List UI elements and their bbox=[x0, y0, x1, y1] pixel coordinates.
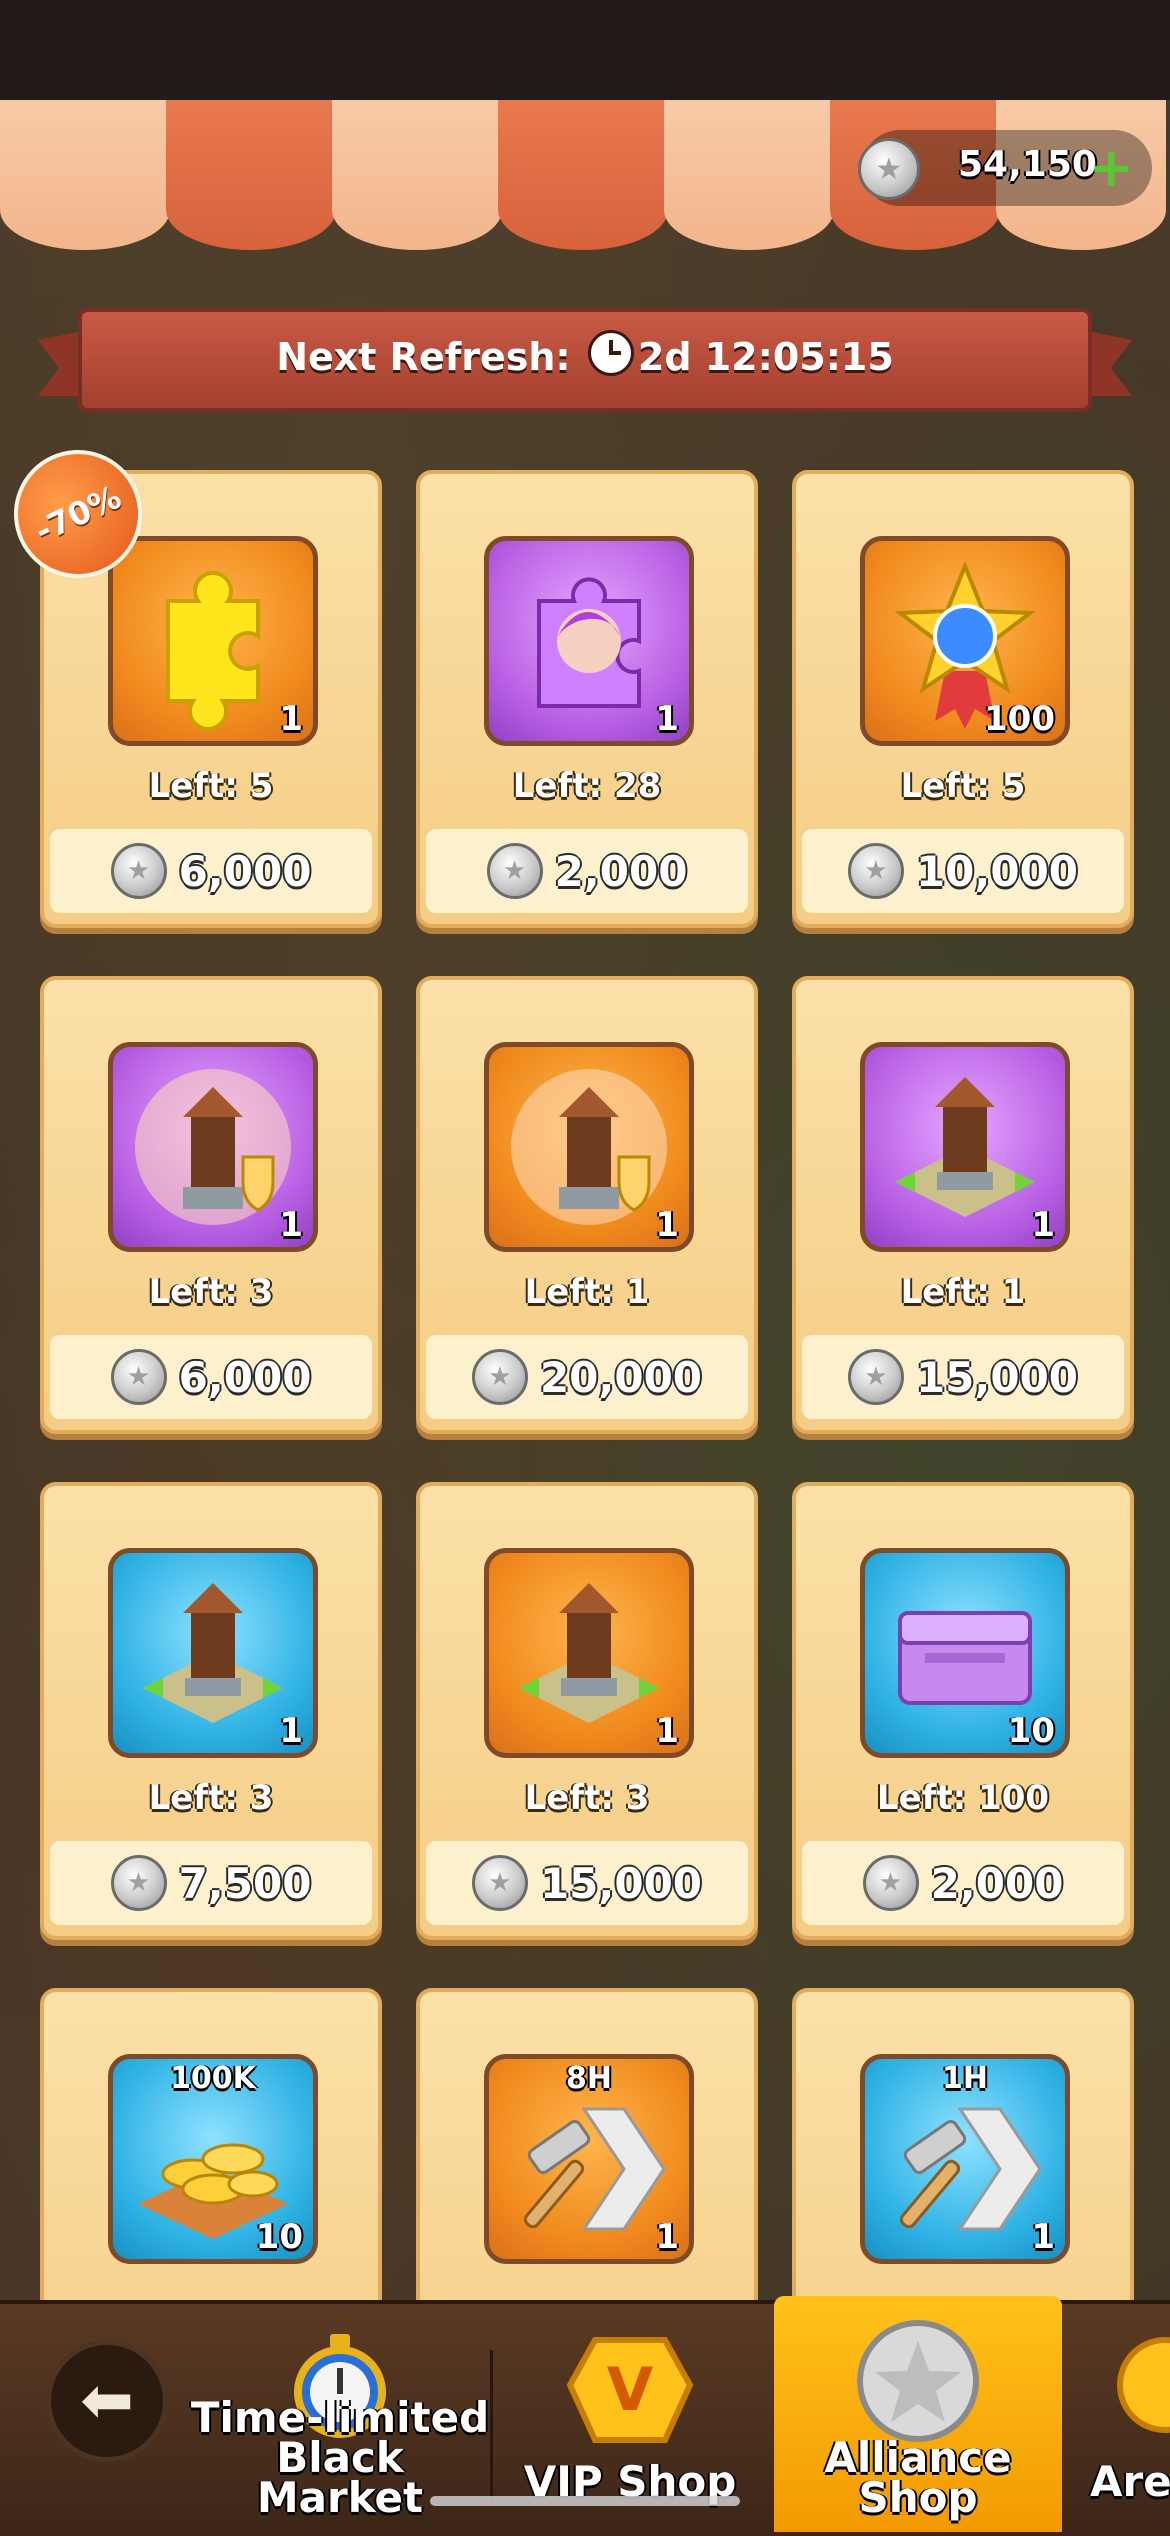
silver-coin-icon bbox=[110, 1349, 167, 1405]
back-arrow-icon[interactable]: ⬅ bbox=[46, 2340, 168, 2462]
shield-tower-icon: 1 bbox=[108, 1042, 318, 1252]
shop-item-card[interactable]: 1 Left: 1 20,000 bbox=[416, 976, 758, 1434]
shield-tower-icon: 1 bbox=[484, 1042, 694, 1252]
stock-left: Left: 3 bbox=[148, 1778, 274, 1818]
tab-divider bbox=[490, 2350, 493, 2500]
clock-icon bbox=[587, 330, 634, 376]
stock-left: Left: 100 bbox=[876, 1778, 1050, 1818]
puzzle-piece-icon: 1 bbox=[108, 536, 318, 746]
shop-item-card[interactable]: 1 Left: 3 6,000 bbox=[40, 976, 382, 1434]
status-bar bbox=[0, 0, 1170, 100]
shop-item-card[interactable]: 1 Left: 1 15,000 bbox=[792, 976, 1134, 1434]
stock-left: Left: 3 bbox=[524, 1778, 650, 1818]
buy-button[interactable]: 6,000 bbox=[50, 1335, 372, 1419]
refresh-banner: Next Refresh: 2d 12:05:15 bbox=[38, 308, 1132, 416]
relocate-tower-icon: 1 bbox=[860, 1042, 1070, 1252]
shop-item-card[interactable]: 1 Left: 3 15,000 bbox=[416, 1482, 758, 1940]
silver-coin-icon bbox=[858, 138, 920, 200]
hero-puzzle-icon: 1 bbox=[484, 536, 694, 746]
home-indicator bbox=[430, 2496, 740, 2506]
purple-chest-icon: 10 bbox=[860, 1548, 1070, 1758]
vip-badge-icon: V bbox=[565, 2330, 695, 2454]
svg-text:V: V bbox=[607, 2355, 654, 2425]
stock-left: Left: 5 bbox=[148, 766, 274, 806]
build-speedup-icon: 8H 1 bbox=[484, 2054, 694, 2264]
shop-item-card[interactable]: 10 Left: 100 2,000 bbox=[792, 1482, 1134, 1940]
refresh-timer: 2d 12:05:15 bbox=[637, 335, 894, 379]
silver-coin-icon bbox=[847, 1349, 904, 1405]
silver-coin-icon bbox=[110, 1855, 167, 1911]
buy-button[interactable]: 2,000 bbox=[802, 1841, 1124, 1925]
shop-item-card[interactable]: 1 Left: 28 2,000 bbox=[416, 470, 758, 928]
stock-left: Left: 3 bbox=[148, 1272, 274, 1312]
refresh-label: Next Refresh: bbox=[276, 335, 571, 379]
star-medal-icon: 100 bbox=[860, 536, 1070, 746]
buy-button[interactable]: 6,000 bbox=[50, 829, 372, 913]
stock-left: Left: 1 bbox=[524, 1272, 650, 1312]
relocate-tower-icon: 1 bbox=[484, 1548, 694, 1758]
currency-amount: 54,150 bbox=[958, 144, 1097, 185]
stock-left: Left: 5 bbox=[900, 766, 1026, 806]
stock-left: Left: 1 bbox=[900, 1272, 1026, 1312]
silver-coin-icon bbox=[486, 843, 543, 899]
buy-button[interactable]: 10,000 bbox=[802, 829, 1124, 913]
silver-coin-icon bbox=[471, 1349, 528, 1405]
relocate-tower-icon: 1 bbox=[108, 1548, 318, 1758]
build-speedup-icon: 1H 1 bbox=[860, 2054, 1070, 2264]
tab-alliance-shop[interactable]: Alliance Shop bbox=[774, 2296, 1062, 2532]
silver-coin-icon bbox=[853, 2316, 983, 2450]
silver-coin-icon bbox=[847, 843, 904, 899]
shop-item-card[interactable]: 100 Left: 5 10,000 bbox=[792, 470, 1134, 928]
silver-coin-icon bbox=[471, 1855, 528, 1911]
arena-icon bbox=[1105, 2330, 1170, 2444]
silver-coin-icon bbox=[110, 843, 167, 899]
gold-coins-icon: 100K 10 bbox=[108, 2054, 318, 2264]
silver-coin-icon bbox=[862, 1855, 919, 1911]
buy-button[interactable]: 15,000 bbox=[802, 1335, 1124, 1419]
currency-display: 54,150 + bbox=[858, 130, 1152, 206]
shop-item-card[interactable]: 1 Left: 3 7,500 bbox=[40, 1482, 382, 1940]
tab-arena[interactable]: Arena bbox=[1080, 2310, 1170, 2532]
buy-button[interactable]: 2,000 bbox=[426, 829, 748, 913]
plus-icon[interactable]: + bbox=[1089, 136, 1134, 199]
buy-button[interactable]: 7,500 bbox=[50, 1841, 372, 1925]
buy-button[interactable]: 15,000 bbox=[426, 1841, 748, 1925]
buy-button[interactable]: 20,000 bbox=[426, 1335, 748, 1419]
stock-left: Left: 28 bbox=[512, 766, 662, 806]
